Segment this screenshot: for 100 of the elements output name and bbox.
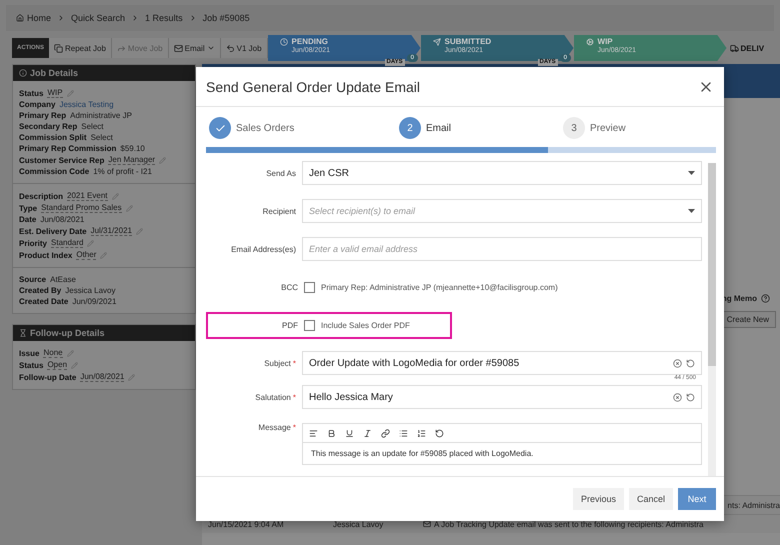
envelope-icon (423, 520, 431, 528)
detail-label: Description (19, 192, 64, 200)
log-message: A Job Tracking Update email was sent to the following recipients: Administra (434, 520, 704, 528)
text-field[interactable]: Hello Jessica Mary (302, 385, 702, 409)
envelope-icon (174, 44, 183, 52)
detail-value[interactable]: WIP (47, 88, 63, 98)
format-icon[interactable] (309, 428, 318, 438)
detail-link[interactable]: Jessica Testing (59, 100, 114, 109)
log-date: Jun/15/2021 9:04 AM (207, 520, 285, 528)
detail-value: Jessica Lavoy (65, 286, 116, 295)
detail-value: AtEase (50, 275, 76, 284)
scrollbar[interactable] (708, 163, 716, 476)
clear-icon[interactable] (673, 392, 682, 402)
field-label: Send As (265, 168, 296, 178)
detail-value: Select (90, 133, 113, 142)
breadcrumb-link[interactable]: Job #59085 (202, 13, 250, 23)
panel-header: Follow-up Details (13, 325, 195, 341)
detail-label: Commission Code (19, 167, 90, 176)
detail-label: Created Date (19, 297, 68, 306)
detail-value[interactable]: Other (76, 250, 96, 260)
dialog-button[interactable]: Cancel (628, 488, 673, 510)
dialog-title: Send General Order Update Email (206, 78, 420, 94)
detail-value[interactable]: 2021 Event (67, 191, 108, 201)
detail-value[interactable]: Jen Manager (108, 155, 156, 165)
help-icon[interactable] (761, 294, 770, 303)
detail-label: Est. Delivery Date (19, 226, 87, 236)
pipeline-stage: DELIV (726, 35, 764, 61)
message-editor[interactable]: This message is an update for #59085 placed with LogoMedia. (302, 423, 702, 465)
wizard-step[interactable]: Sales Orders (209, 117, 399, 139)
wizard-step[interactable]: 2 Email (399, 117, 563, 139)
detail-value[interactable]: None (43, 348, 63, 358)
select-field[interactable]: Select recipient(s) to email (302, 199, 702, 223)
caret-icon (206, 44, 215, 52)
dropdown-caret-icon (688, 171, 695, 175)
checkbox[interactable] (304, 282, 315, 292)
truck-icon (730, 44, 739, 52)
next-button[interactable]: Next (678, 488, 716, 510)
checkbox-label: Primary Rep: Administrative JP (mjeannette+10@facilisgroup.com) (321, 282, 558, 292)
detail-value: Select (81, 122, 104, 131)
input-field[interactable]: Enter a valid email address (302, 237, 702, 261)
breadcrumb-link[interactable]: Home (16, 13, 52, 23)
field-label: Email Address(es) (230, 244, 296, 254)
field-label: BCC (280, 282, 298, 292)
detail-label: Primary Rep (19, 111, 66, 120)
format-icon[interactable] (435, 428, 444, 438)
detail-label: Company (19, 100, 56, 109)
dropdown-caret-icon (688, 209, 695, 213)
log-user: Jessica Lavoy (332, 520, 384, 528)
toolbar-button[interactable]: V1 Job (220, 38, 268, 58)
detail-value[interactable]: Standard Promo Sales (41, 203, 122, 213)
detail-label: Commission Split (19, 133, 87, 142)
detail-label: Created By (19, 286, 62, 295)
breadcrumb-link[interactable]: 1 Results (145, 13, 183, 23)
field-label: Salutation * (254, 392, 296, 402)
breadcrumb-link[interactable]: Quick Search (71, 13, 126, 23)
toolbar-button[interactable]: Repeat Job (49, 38, 112, 58)
detail-value[interactable]: Jun/08/2021 (80, 372, 124, 382)
paper-plane-icon (432, 38, 441, 46)
format-icon[interactable] (345, 428, 354, 438)
checkbox[interactable] (304, 320, 315, 330)
clock-icon (280, 38, 288, 46)
detail-label: Status (19, 360, 44, 370)
detail-value: Jun/08/2021 (40, 215, 84, 224)
format-icon[interactable] (399, 428, 408, 438)
detail-label: Source (19, 275, 46, 284)
home-icon (16, 14, 24, 22)
format-icon[interactable] (381, 428, 390, 438)
format-icon[interactable] (363, 428, 372, 438)
info-icon (19, 69, 27, 77)
forward-arrow-icon (116, 44, 126, 52)
detail-label: Priority (19, 238, 48, 248)
clear-icon[interactable] (673, 358, 682, 368)
checkbox-label: Include Sales Order PDF (321, 320, 410, 330)
detail-label: Issue (19, 348, 40, 358)
reset-icon[interactable] (686, 358, 695, 368)
text-field[interactable]: Order Update with LogoMedia for order #59085 (302, 351, 702, 375)
wizard-step[interactable]: 3 Preview (563, 117, 714, 139)
field-label: Recipient (262, 206, 296, 216)
dialog-button[interactable]: Previous (572, 488, 624, 510)
panel-header: Job Details (13, 65, 195, 81)
format-icon[interactable] (417, 428, 426, 438)
check-icon (214, 122, 226, 134)
detail-label: Status (19, 88, 44, 98)
detail-value[interactable]: Jul/31/2021 (90, 226, 132, 236)
detail-label: Product Index (19, 250, 72, 260)
log-message: nts: Administra (728, 500, 780, 510)
detail-value: Jun/09/2021 (72, 297, 116, 306)
copy-icon (54, 44, 63, 52)
detail-value[interactable]: Standard (51, 238, 84, 248)
format-icon[interactable] (327, 428, 336, 438)
select-field[interactable]: Jen CSR (302, 161, 702, 185)
detail-label: Follow-up Date (19, 372, 76, 382)
detail-label: Secondary Rep (19, 122, 78, 131)
detail-value: $59.10 (120, 144, 145, 153)
field-label: Message * (257, 423, 296, 432)
reset-icon[interactable] (686, 392, 695, 402)
detail-value[interactable]: Open (47, 360, 68, 370)
toolbar-button[interactable]: Email (168, 38, 221, 58)
detail-label: Customer Service Rep (19, 156, 104, 164)
hourglass-icon (19, 329, 27, 337)
